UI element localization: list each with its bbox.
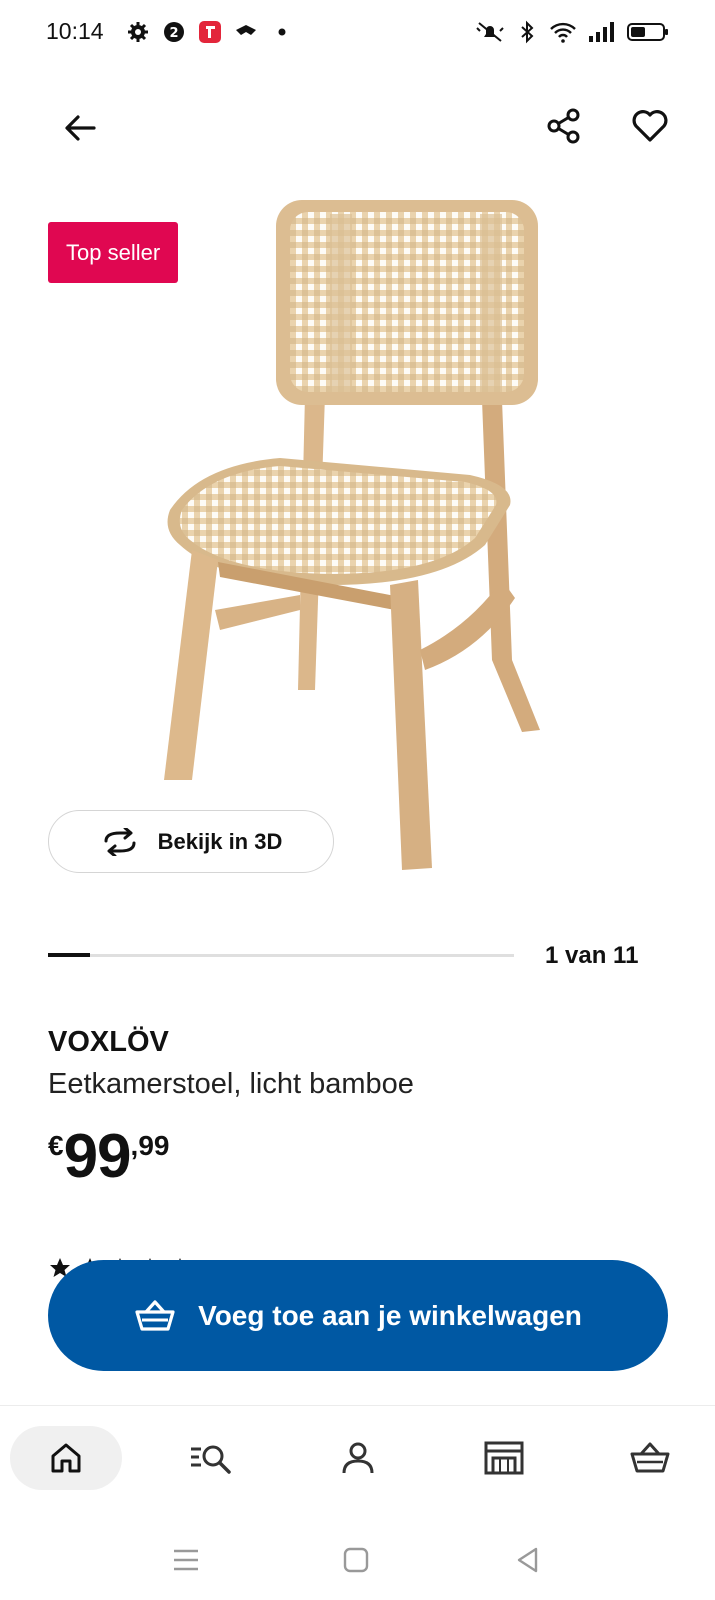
mute-icon bbox=[476, 22, 504, 42]
search-list-icon bbox=[191, 1445, 231, 1474]
bottom-nav bbox=[0, 1405, 715, 1505]
person-icon bbox=[342, 1442, 374, 1474]
svg-text:2: 2 bbox=[169, 26, 178, 41]
rotate-3d-icon bbox=[104, 827, 136, 856]
status-left-icons: 2 bbox=[126, 20, 294, 44]
system-home-button[interactable] bbox=[336, 1540, 376, 1580]
add-to-cart-button[interactable]: Voeg toe aan je winkelwagen bbox=[48, 1260, 668, 1371]
share-button[interactable] bbox=[536, 98, 592, 154]
nav-search[interactable] bbox=[156, 1426, 268, 1490]
product-header bbox=[0, 96, 715, 160]
battery-icon bbox=[627, 23, 668, 41]
basket-icon bbox=[135, 1299, 175, 1331]
price-currency: € bbox=[48, 1130, 64, 1161]
view-3d-label: Bekijk in 3D bbox=[157, 828, 283, 854]
wifi-icon bbox=[550, 22, 576, 43]
chair-photo[interactable] bbox=[140, 200, 570, 890]
dot-icon bbox=[278, 28, 286, 36]
gallery-progress-bar bbox=[48, 953, 90, 957]
nav-home[interactable] bbox=[10, 1426, 122, 1490]
basket-icon bbox=[630, 1442, 670, 1473]
price-decimal: ,99 bbox=[130, 1130, 170, 1161]
bluetooth-icon bbox=[521, 20, 534, 44]
signal-icon bbox=[589, 22, 614, 42]
square-icon bbox=[343, 1547, 369, 1573]
gallery-counter: 1 van 11 bbox=[545, 942, 639, 969]
menu-icon bbox=[174, 1549, 198, 1571]
nav-stores[interactable] bbox=[448, 1426, 560, 1490]
home-icon bbox=[51, 1443, 81, 1473]
store-icon bbox=[484, 1441, 524, 1475]
gallery-progress-track bbox=[48, 953, 514, 957]
notification-app-icon: 2 bbox=[164, 22, 184, 42]
product-description: Eetkamerstoel, licht bamboe bbox=[48, 1068, 414, 1100]
status-right-icons bbox=[475, 20, 669, 44]
heart-icon bbox=[632, 110, 668, 142]
music-app-icon bbox=[199, 21, 221, 43]
view-3d-button[interactable]: Bekijk in 3D bbox=[48, 810, 334, 873]
price-integer: 99 bbox=[63, 1122, 132, 1191]
top-seller-badge: Top seller bbox=[48, 222, 179, 283]
status-bar: 10:14 2 bbox=[0, 0, 715, 66]
product-name: VOXLÖV bbox=[48, 1026, 169, 1058]
product-price: € 99 ,99 bbox=[48, 1126, 169, 1188]
system-nav-bar bbox=[0, 1520, 715, 1600]
triangle-back-icon bbox=[517, 1547, 538, 1573]
glasses-app-icon bbox=[236, 25, 256, 35]
gear-icon bbox=[128, 22, 148, 42]
status-time: 10:14 bbox=[46, 18, 104, 44]
share-icon bbox=[547, 108, 580, 144]
add-to-cart-label: Voeg toe aan je winkelwagen bbox=[198, 1299, 582, 1331]
nav-account[interactable] bbox=[302, 1426, 414, 1490]
arrow-left-icon bbox=[65, 115, 96, 141]
back-button[interactable] bbox=[52, 100, 108, 156]
system-menu-button[interactable] bbox=[166, 1540, 206, 1580]
system-back-button[interactable] bbox=[508, 1540, 548, 1580]
nav-cart[interactable] bbox=[594, 1426, 706, 1490]
favorite-button[interactable] bbox=[622, 98, 678, 154]
